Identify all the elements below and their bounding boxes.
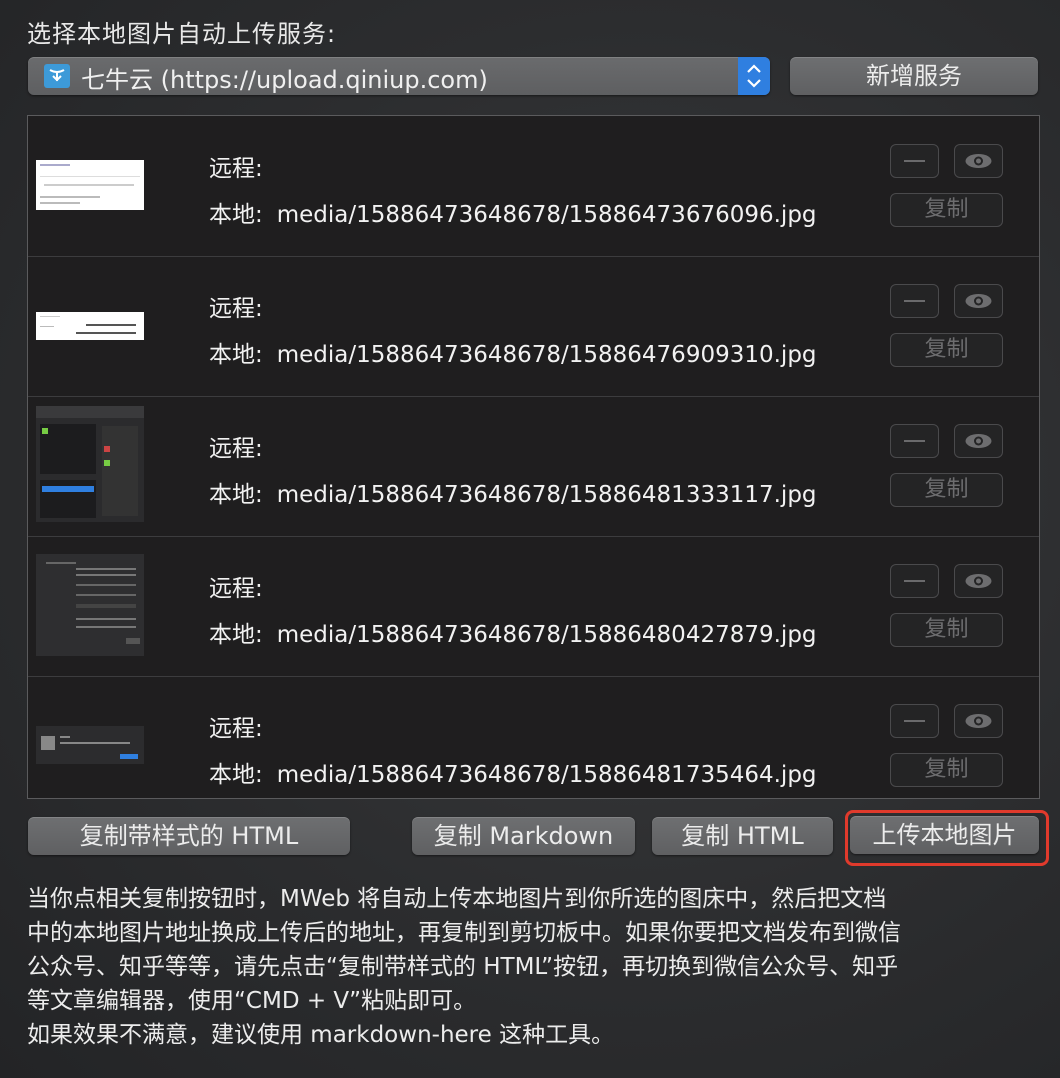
image-list[interactable]: 远程: 本地: media/15886473648678/158864736760… (27, 115, 1040, 799)
eye-icon[interactable] (954, 424, 1003, 458)
local-path: 本地: media/15886473648678/15886481735464.j… (209, 762, 817, 788)
copy-button[interactable]: 复制 (890, 613, 1003, 647)
remote-label: 远程: (209, 156, 263, 182)
copy-button[interactable]: 复制 (890, 333, 1003, 367)
remove-button[interactable] (890, 704, 939, 738)
add-service-button[interactable]: 新增服务 (790, 57, 1038, 95)
image-thumbnail (36, 312, 144, 340)
remove-button[interactable] (890, 284, 939, 318)
image-thumbnail (36, 726, 144, 764)
remote-label: 远程: (209, 436, 263, 462)
list-item: 远程: 本地: media/15886473648678/158864813331… (28, 396, 1039, 537)
remove-button[interactable] (890, 564, 939, 598)
selected-service-label: 七牛云 (https://upload.qiniup.com) (81, 66, 488, 94)
page-title: 选择本地图片自动上传服务: (27, 20, 337, 48)
list-item: 远程: 本地: media/15886473648678/158864817354… (28, 676, 1039, 798)
image-thumbnail (36, 554, 144, 656)
copy-styled-html-button[interactable]: 复制带样式的 HTML (28, 817, 350, 855)
local-path: 本地: media/15886473648678/15886481333117.j… (209, 482, 817, 508)
copy-button[interactable]: 复制 (890, 753, 1003, 787)
list-item: 远程: 本地: media/15886473648678/158864769093… (28, 256, 1039, 397)
upload-service-select[interactable]: 七牛云 (https://upload.qiniup.com) (28, 57, 770, 95)
eye-icon[interactable] (954, 284, 1003, 318)
eye-icon[interactable] (954, 704, 1003, 738)
remote-label: 远程: (209, 576, 263, 602)
local-path: 本地: media/15886473648678/15886480427879.j… (209, 622, 817, 648)
chevron-up-down-icon[interactable] (738, 57, 770, 95)
copy-button[interactable]: 复制 (890, 193, 1003, 227)
highlight-box (845, 810, 1049, 866)
image-thumbnail (36, 406, 144, 522)
list-item: 远程: 本地: media/15886473648678/158864804278… (28, 536, 1039, 677)
eye-icon[interactable] (954, 564, 1003, 598)
list-item: 远程: 本地: media/15886473648678/158864736760… (28, 116, 1039, 257)
remove-button[interactable] (890, 424, 939, 458)
description-text: 当你点相关复制按钮时，MWeb 将自动上传本地图片到你所选的图床中，然后把文档 … (27, 886, 901, 1048)
copy-html-button[interactable]: 复制 HTML (652, 817, 833, 855)
eye-icon[interactable] (954, 144, 1003, 178)
copy-button[interactable]: 复制 (890, 473, 1003, 507)
remote-label: 远程: (209, 716, 263, 742)
local-path: 本地: media/15886473648678/15886473676096.j… (209, 202, 817, 228)
local-path: 本地: media/15886473648678/15886476909310.j… (209, 342, 817, 368)
remove-button[interactable] (890, 144, 939, 178)
copy-markdown-button[interactable]: 复制 Markdown (412, 817, 635, 855)
remote-label: 远程: (209, 296, 263, 322)
image-thumbnail (36, 160, 144, 210)
qiniu-logo-icon (44, 64, 70, 88)
